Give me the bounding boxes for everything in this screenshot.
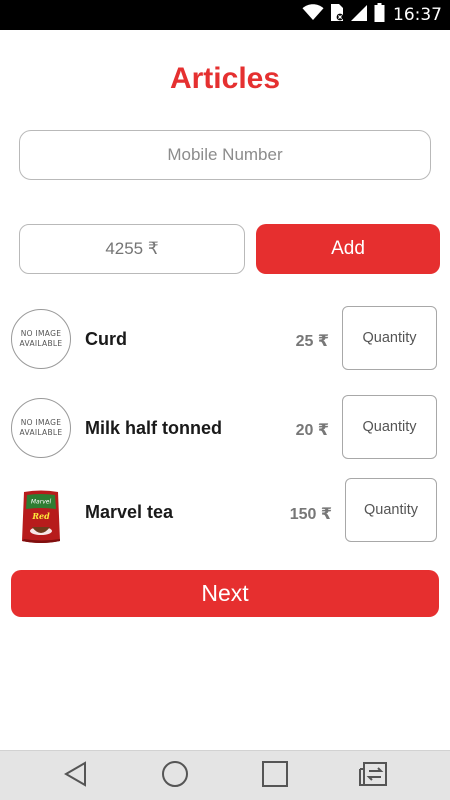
article-list[interactable]: NO IMAGE AVAILABLE Curd 25 ₹ Quantity NO … (0, 294, 450, 544)
article-name: Milk half tonned (85, 418, 222, 438)
amount-input[interactable] (20, 225, 244, 273)
list-item-milk-half-tonned: NO IMAGE AVAILABLE Milk half tonned 20 ₹ … (0, 383, 450, 472)
no-image-placeholder: NO IMAGE AVAILABLE (11, 398, 71, 458)
wifi-icon (302, 4, 324, 26)
no-image-text: NO IMAGE AVAILABLE (19, 418, 63, 437)
next-button[interactable]: Next (11, 570, 439, 617)
status-bar: 16:37 (0, 0, 450, 30)
article-price: 25 ₹ (295, 333, 329, 350)
switch-sim-icon (357, 760, 391, 793)
home-button[interactable] (135, 751, 215, 800)
no-image-placeholder: NO IMAGE AVAILABLE (11, 309, 71, 369)
amount-field[interactable] (19, 224, 245, 274)
mobile-number-field[interactable] (19, 130, 431, 180)
list-item-marvel-tea: Marvel Red Marvel tea 150 ₹ Quantity (0, 472, 450, 544)
article-price: 20 ₹ (295, 422, 329, 439)
home-icon (161, 760, 189, 793)
signal-icon (350, 4, 368, 27)
mobile-number-input[interactable] (20, 131, 430, 179)
quantity-input[interactable]: Quantity (342, 306, 437, 370)
battery-icon (374, 3, 385, 27)
status-icons: 16:37 (302, 3, 442, 27)
back-icon (62, 760, 90, 793)
quantity-input[interactable]: Quantity (345, 478, 437, 542)
switch-sim-button[interactable] (334, 751, 414, 800)
list-item-curd: NO IMAGE AVAILABLE Curd 25 ₹ Quantity (0, 294, 450, 383)
article-name: Marvel tea (85, 502, 174, 522)
article-price: 150 ₹ (289, 506, 332, 523)
status-time: 16:37 (393, 5, 442, 25)
recents-button[interactable] (235, 751, 315, 800)
svg-text:Marvel: Marvel (31, 499, 52, 506)
add-button[interactable]: Add (256, 224, 440, 274)
sim-card-icon (330, 3, 344, 27)
marvel-tea-pack-image: Marvel Red (20, 489, 62, 544)
article-name: Curd (85, 329, 127, 349)
svg-text:Red: Red (31, 511, 50, 521)
recents-icon (261, 760, 289, 793)
page-title: Articles (169, 62, 281, 95)
navigation-bar (0, 750, 450, 800)
no-image-text: NO IMAGE AVAILABLE (19, 329, 63, 348)
quantity-input[interactable]: Quantity (342, 395, 437, 459)
back-button[interactable] (36, 751, 116, 800)
